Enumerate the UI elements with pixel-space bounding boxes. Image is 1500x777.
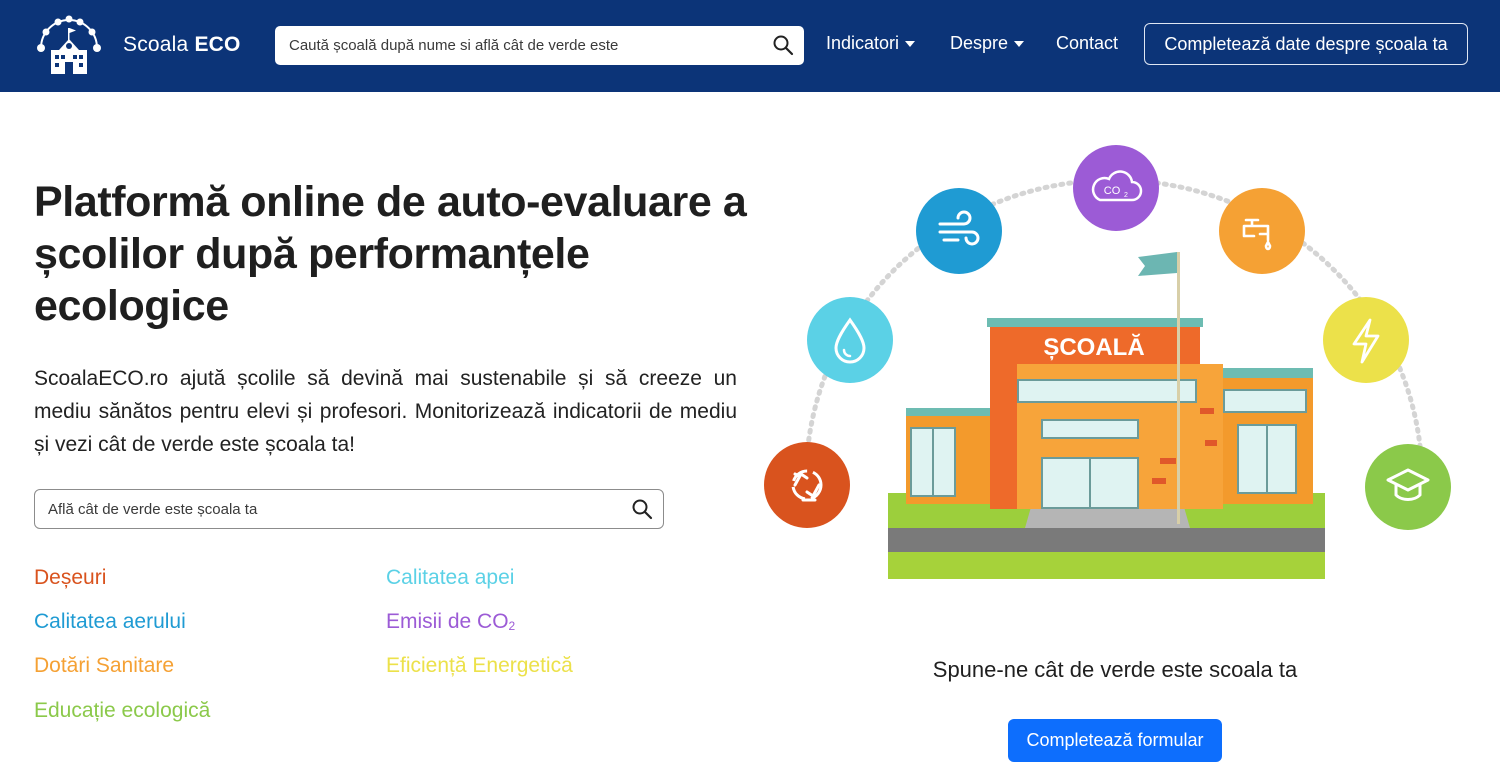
brand-name: Scoala ECO [123,33,241,56]
navbar-search-input[interactable] [275,26,804,65]
complete-school-data-button[interactable]: Completează date despre școala ta [1144,23,1468,65]
co2-icon-subscript: 2 [1124,192,1128,199]
co2-cloud-icon: CO 2 [1073,145,1159,231]
nav-contact-link[interactable]: Contact [1056,33,1118,54]
school-logo-icon [37,15,101,74]
cta-tagline: Spune-ne cât de verde este scoala ta [932,657,1298,682]
indicator-link-deseuri[interactable]: Deșeuri [34,566,106,590]
lightning-icon [1323,297,1409,383]
caret-down-icon [1014,40,1025,47]
nav-despre-label: Despre [950,33,1009,53]
graduation-cap-icon [1365,444,1451,530]
water-drop-icon [807,297,893,383]
search-icon[interactable] [772,34,794,56]
indicator-link-eficienta-energetica[interactable]: Eficiență Energetică [386,654,573,678]
main-search [34,489,664,529]
search-icon[interactable] [631,498,653,520]
indicator-link-dotari-sanitare[interactable]: Dotări Sanitare [34,654,174,678]
indicator-link-calitatea-aerului[interactable]: Calitatea aerului [34,610,186,634]
school-illustration: ȘCOALĂ CO 2 [764,145,1451,579]
indicator-link-emisii-co2[interactable]: Emisii de CO2 [386,610,515,634]
brand-link[interactable]: Scoala ECO [33,14,241,76]
page-title: Platformă online de auto-evaluare a școl… [34,178,747,330]
building-sign: ȘCOALĂ [1043,333,1144,361]
navbar-search [275,26,804,65]
navbar: Scoala ECO Indicatori Despre Contact Com… [0,0,1500,92]
main-search-input[interactable] [35,490,663,528]
nav-contact-label: Contact [1056,33,1119,53]
hero-description: ScoalaECO.ro ajută școlile să devină mai… [34,367,737,456]
co2-icon-text: CO [1104,185,1121,197]
recycle-icon [764,442,850,528]
faucet-icon [1219,188,1305,274]
complete-form-button[interactable]: Completează formular [1008,719,1222,762]
indicator-link-educatie-ecologica[interactable]: Educație ecologică [34,699,210,723]
wind-icon [916,188,1002,274]
nav-indicatori-dropdown[interactable]: Indicatori [826,33,916,54]
indicator-link-calitatea-apei[interactable]: Calitatea apei [386,566,514,590]
caret-down-icon [905,40,916,47]
nav-despre-dropdown[interactable]: Despre [950,33,1025,54]
nav-indicatori-label: Indicatori [826,33,900,53]
